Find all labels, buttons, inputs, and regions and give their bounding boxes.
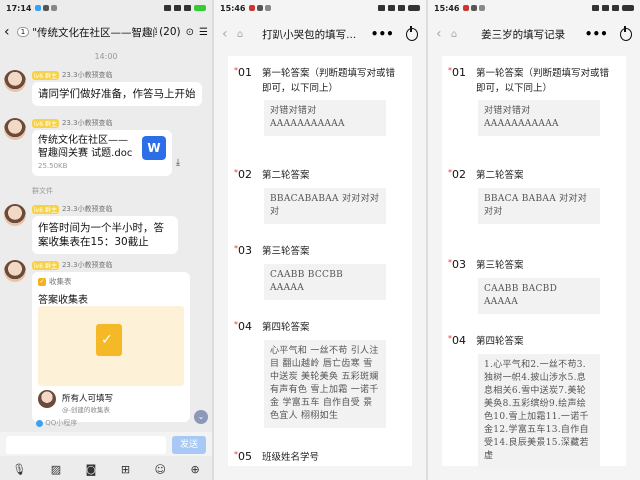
- answer-field[interactable]: 心平气和 一丝不苟 引人注目 翻山越岭 唇亡齿寒 雪中送炭 美轮美奂 五彩斑斓 …: [264, 340, 386, 428]
- message-bubble[interactable]: 作答时间为一个半小时，答案收集表在15：30截止: [32, 216, 178, 254]
- question-label: 第四轮答案: [262, 322, 310, 333]
- page-title: 姜三岁的填写记录: [481, 28, 566, 41]
- form-paper: *01 第一轮答案（判断题填写对或错即可，以下同上） 对错对错对 AAAAAAA…: [442, 56, 626, 468]
- download-icon[interactable]: ⤓: [176, 158, 180, 168]
- status-time: 17:14: [6, 3, 32, 13]
- collection-form-card[interactable]: ✓ 收集表 答案收集表 ✓ 所有人可填写 @-创建的收集表: [32, 272, 190, 422]
- question-number: 03: [452, 258, 466, 271]
- answer-field[interactable]: CAABB BCCBB AAAAA: [264, 264, 386, 300]
- qq-mini-app-label: QQ小程序: [36, 418, 77, 428]
- chat-header: ‹ 1 "传统文化在社区——智趣闯关... (20) ⊙ ☰: [0, 20, 212, 44]
- message-bubble[interactable]: 请同学们做好准备，作答马上开始: [32, 82, 202, 106]
- gift-icon[interactable]: ⊞: [121, 463, 130, 476]
- image-icon[interactable]: ▨: [51, 463, 61, 476]
- avatar[interactable]: [4, 260, 26, 282]
- question-label: 第二轮答案: [262, 170, 310, 181]
- sender-name: 23.3小教预查临: [61, 205, 113, 213]
- form-screen-2: 15:46 ‹ ⌂ 姜三岁的填写记录 ••• *01 第一轮答案（判断题填写对或…: [428, 0, 640, 480]
- avatar[interactable]: [4, 118, 26, 140]
- send-button[interactable]: 发送: [172, 436, 206, 454]
- question-number: 01: [238, 66, 252, 79]
- status-time: 15:46: [434, 3, 460, 13]
- file-size: 25.50KB: [38, 162, 68, 170]
- back-icon[interactable]: ‹: [4, 24, 14, 40]
- system-note: 群文件: [32, 187, 53, 195]
- message-input[interactable]: [6, 436, 166, 454]
- plus-icon[interactable]: ⊕: [191, 463, 200, 476]
- level-badge: lv6 群主: [32, 204, 59, 214]
- question-label: 第一轮答案（判断题填写对或错即可，以下同上）: [476, 68, 610, 94]
- nav-bar: ‹ ⌂ 打趴小哭包的填写... •••: [214, 20, 426, 48]
- level-badge: lv6 群主: [32, 260, 59, 270]
- scroll-down-button[interactable]: ⌄: [194, 410, 208, 424]
- home-icon[interactable]: ⌂: [237, 29, 254, 40]
- question-label: 第三轮答案: [262, 246, 310, 257]
- status-bar: 15:46: [428, 0, 640, 16]
- back-icon[interactable]: ‹: [222, 26, 237, 42]
- question-number: 04: [452, 334, 466, 347]
- question-number: 02: [452, 168, 466, 181]
- question-number: 01: [452, 66, 466, 79]
- answer-field[interactable]: BBACA BABAA 对对对对对: [478, 188, 600, 224]
- question-number: 04: [238, 320, 252, 333]
- form-screen-1: 15:46 ‹ ⌂ 打趴小哭包的填写... ••• *01 第一轮答案（判断题填…: [214, 0, 426, 480]
- question-label: 第二轮答案: [476, 170, 524, 181]
- question-number: 02: [238, 168, 252, 181]
- avatar[interactable]: [4, 70, 26, 92]
- question-number: 05: [238, 450, 252, 463]
- emoji-icon[interactable]: ☺: [155, 463, 166, 476]
- unread-badge: 1: [16, 27, 30, 37]
- answer-field[interactable]: BBACABABAA 对对对对对: [264, 188, 386, 224]
- card-illustration: ✓: [38, 306, 184, 386]
- sender-name: 23.3小教预查临: [61, 71, 113, 79]
- location-icon[interactable]: ⊙: [186, 27, 194, 38]
- checkbox-icon: ✓: [38, 277, 46, 286]
- answer-field[interactable]: 1.心平气和2.一丝不苟3.独树一帜4.披山涉水5.息息相关6.雪中送炭7.美轮…: [478, 354, 600, 468]
- question-label: 第三轮答案: [476, 260, 524, 271]
- status-time: 15:46: [220, 3, 246, 13]
- mic-icon[interactable]: 🎙: [12, 463, 26, 476]
- question-label: 班级姓名学号: [262, 452, 320, 463]
- menu-icon[interactable]: ☰: [199, 27, 208, 38]
- more-icon[interactable]: •••: [371, 27, 394, 41]
- qq-icon: [36, 419, 43, 427]
- sender-name: 23.3小教预查临: [61, 119, 113, 127]
- level-badge: lv6 群主: [32, 70, 59, 80]
- nav-bar: ‹ ⌂ 姜三岁的填写记录 •••: [428, 20, 640, 48]
- chat-toolbar: 🎙 ▨ ◙ ⊞ ☺ ⊕: [0, 458, 212, 480]
- word-file-icon: W: [142, 136, 166, 160]
- input-bar: 发送: [0, 432, 212, 456]
- level-badge: lv6 群主: [32, 118, 59, 128]
- answer-field[interactable]: CAABB BACBD AAAAA: [478, 278, 600, 314]
- back-icon[interactable]: ‹: [436, 26, 451, 42]
- answer-field[interactable]: 对错对错对 AAAAAAAAAAA: [478, 100, 600, 136]
- avatar[interactable]: [4, 204, 26, 226]
- chat-title[interactable]: "传统文化在社区——智趣闯关...: [32, 25, 157, 40]
- status-bar: 17:14: [0, 0, 212, 16]
- time-divider: 14:00: [94, 52, 118, 61]
- avatar: [38, 390, 56, 408]
- question-label: 第四轮答案: [476, 336, 524, 347]
- card-heading: 答案收集表: [38, 295, 88, 306]
- file-message[interactable]: 传统文化在社区——智趣闯关赛 试题.doc 25.50KB W: [32, 130, 172, 176]
- card-tag: 收集表: [49, 277, 72, 286]
- question-number: 03: [238, 244, 252, 257]
- answer-field[interactable]: 对错对错对 AAAAAAAAAAA: [264, 100, 386, 136]
- home-icon[interactable]: ⌂: [451, 29, 468, 40]
- status-bar: 15:46: [214, 0, 426, 16]
- card-title: 所有人可填写: [62, 394, 114, 404]
- power-icon[interactable]: [405, 25, 418, 41]
- member-count: (20): [159, 26, 181, 38]
- page-title: 打趴小哭包的填写...: [262, 28, 357, 41]
- file-name: 传统文化在社区——智趣闯关赛 试题.doc: [38, 135, 133, 159]
- sender-name: 23.3小教预查临: [61, 261, 113, 269]
- check-icon: ✓: [101, 332, 113, 348]
- more-icon[interactable]: •••: [585, 27, 608, 41]
- chat-screen: 17:14 ‹ 1 "传统文化在社区——智趣闯关... (20) ⊙ ☰ 14:…: [0, 0, 212, 480]
- card-subtitle: @-创建的收集表: [62, 406, 110, 414]
- question-label: 第一轮答案（判断题填写对或错即可，以下同上）: [262, 68, 396, 94]
- power-icon[interactable]: [619, 25, 632, 41]
- form-paper: *01 第一轮答案（判断题填写对或错即可，以下同上） 对错对错对 AAAAAAA…: [228, 56, 412, 466]
- camera-icon[interactable]: ◙: [86, 463, 97, 476]
